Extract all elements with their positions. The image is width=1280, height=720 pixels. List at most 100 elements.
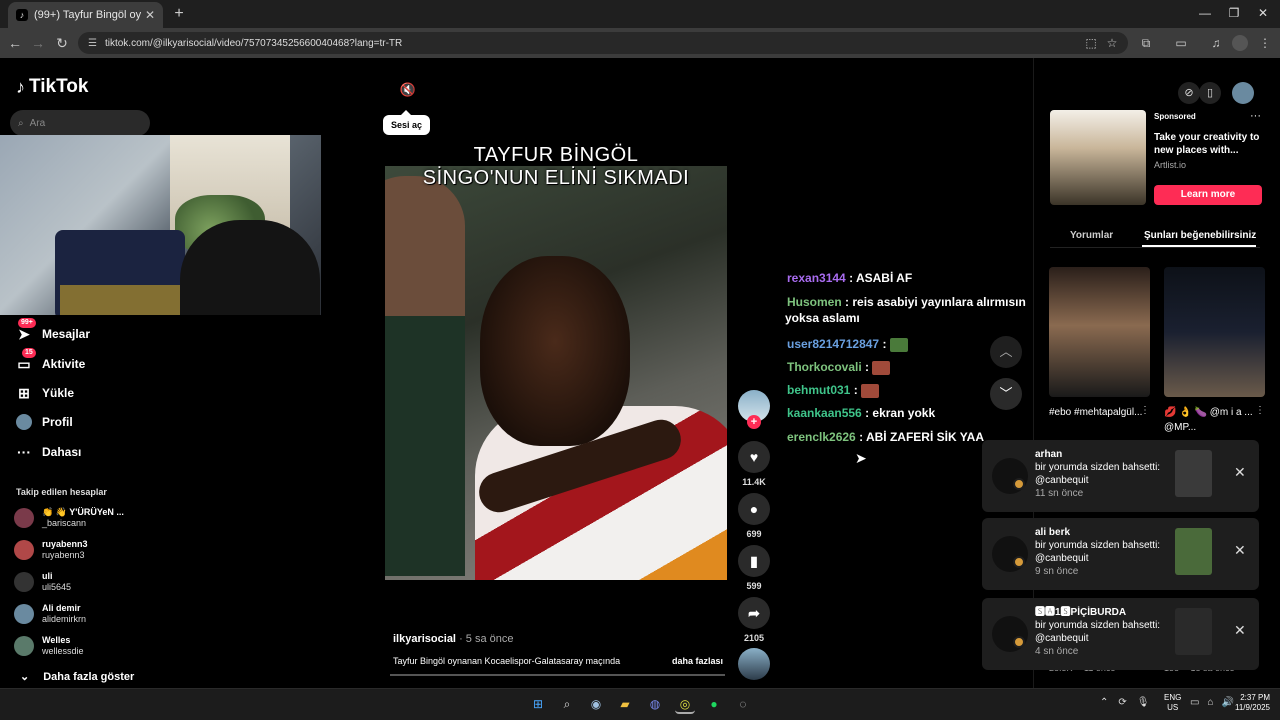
followed-account[interactable]: ruyabenn3 ruyabenn3 bbox=[14, 539, 88, 561]
suggested-video-thumb[interactable] bbox=[1049, 267, 1150, 397]
compass-icon[interactable]: ⊘ bbox=[1178, 82, 1200, 104]
close-icon[interactable]: ✕ bbox=[1234, 464, 1246, 481]
tab-comments[interactable]: Yorumlar bbox=[1070, 230, 1113, 241]
ad-thumbnail[interactable] bbox=[1050, 110, 1146, 205]
video-author[interactable]: ilkyarisocial bbox=[393, 633, 456, 645]
reload-button[interactable]: ↻ bbox=[53, 34, 71, 52]
video-menu-icon[interactable]: ⋮ bbox=[1140, 405, 1150, 416]
next-video-button[interactable]: ﹀ bbox=[990, 378, 1022, 410]
mic-icon[interactable]: 🎙 bbox=[1137, 697, 1150, 708]
mention-notification[interactable]: 🆂🅰1🆂PİÇİBURDA bir yorumda sizden bahsetti… bbox=[982, 598, 1259, 670]
video-progress-bar[interactable] bbox=[390, 674, 725, 676]
bookmark-icon[interactable]: ▮ bbox=[738, 545, 770, 577]
close-window-icon[interactable]: ✕ bbox=[1253, 6, 1273, 20]
avatar bbox=[14, 572, 34, 592]
notification-thumbnail[interactable] bbox=[1175, 450, 1212, 497]
sidebar-item-label: Dahası bbox=[42, 445, 82, 459]
close-icon[interactable]: ✕ bbox=[1234, 622, 1246, 639]
sidebar-item-activity[interactable]: ▭ 15 Aktivite bbox=[16, 348, 85, 372]
chat-username: Husomen bbox=[787, 295, 842, 309]
save-action[interactable]: ▮ 599 bbox=[737, 545, 771, 591]
app-icon[interactable]: ◌ bbox=[733, 694, 753, 714]
address-bar[interactable]: ☰ tiktok.com/@ilkyarisocial/video/757073… bbox=[78, 32, 1128, 54]
sidebar-item-more[interactable]: ··· Dahası bbox=[16, 444, 81, 460]
mention-notification[interactable]: ali berk bir yorumda sizden bahsetti: @can… bbox=[982, 518, 1259, 590]
restore-icon[interactable]: ❐ bbox=[1224, 6, 1244, 20]
mention-notification[interactable]: arhan bir yorumda sizden bahsetti: @canbeq… bbox=[982, 440, 1259, 512]
language-code: ENG bbox=[1164, 693, 1182, 702]
language-indicator[interactable]: ENG US bbox=[1164, 693, 1181, 713]
forward-button[interactable]: → bbox=[29, 34, 47, 52]
bookmark-star-icon[interactable]: ☆ bbox=[1104, 35, 1120, 51]
media-controls-icon[interactable]: ♫ bbox=[1208, 35, 1224, 51]
following-title: Takip edilen hesaplar bbox=[16, 487, 107, 497]
close-tab-icon[interactable]: ✕ bbox=[145, 8, 155, 22]
windows-start-icon[interactable]: ⊞ bbox=[528, 694, 548, 714]
profile-avatar[interactable] bbox=[1232, 35, 1248, 51]
back-button[interactable]: ← bbox=[6, 34, 24, 52]
phone-icon[interactable]: ▯ bbox=[1199, 82, 1221, 104]
sidebar-item-messages[interactable]: ➤ 99+ Mesajlar bbox=[16, 318, 91, 342]
coin-icon bbox=[1013, 636, 1025, 648]
tiktok-logo[interactable]: ♪ TikTok bbox=[16, 76, 88, 98]
share-action[interactable]: ➦ 2105 bbox=[737, 597, 771, 643]
close-icon[interactable]: ✕ bbox=[1234, 542, 1246, 559]
suggested-video-caption[interactable]: 💋 👌 🍆 @m i a ... @MP... bbox=[1164, 405, 1264, 435]
logo-text: TikTok bbox=[29, 76, 89, 97]
file-explorer-icon[interactable]: ▰ bbox=[615, 694, 635, 714]
split-view-icon[interactable]: ▭ bbox=[1173, 35, 1189, 51]
followed-account[interactable]: uli uli5645 bbox=[14, 571, 71, 593]
extensions-icon[interactable]: ⧉ bbox=[1138, 35, 1154, 51]
video-menu-icon[interactable]: ⋮ bbox=[1255, 405, 1265, 416]
suggested-video-caption[interactable]: #ebo #mehtapalgül... bbox=[1049, 405, 1149, 420]
sidebar-item-label: Profil bbox=[42, 415, 73, 429]
notification-thumbnail[interactable] bbox=[1175, 528, 1212, 575]
followed-account[interactable]: Welles wellessdie bbox=[14, 635, 84, 657]
video-player[interactable] bbox=[385, 166, 727, 580]
sidebar-item-upload[interactable]: ⊞ Yükle bbox=[16, 385, 74, 401]
new-tab-button[interactable]: + bbox=[170, 5, 188, 23]
mute-speaker-icon[interactable]: 🔇 bbox=[398, 82, 418, 100]
search-icon: ⌕ bbox=[18, 117, 24, 129]
spotify-icon[interactable]: ● bbox=[704, 694, 724, 714]
clock[interactable]: 2:37 PM 11/9/2025 bbox=[1228, 693, 1270, 713]
follow-plus-icon[interactable]: + bbox=[747, 415, 761, 429]
monitor-icon[interactable]: ▭ bbox=[1190, 697, 1199, 708]
followed-account[interactable]: 👏 👋 Y'ÜRÜYeN ... _bariscann bbox=[14, 507, 124, 529]
account-name: 👏 👋 Y'ÜRÜYeN ... bbox=[42, 507, 124, 517]
comment-icon[interactable]: ● bbox=[738, 493, 770, 525]
learn-more-button[interactable]: Learn more bbox=[1154, 185, 1262, 205]
steam-icon[interactable]: ◉ bbox=[586, 694, 606, 714]
music-disc-icon[interactable] bbox=[738, 648, 770, 680]
suggested-video-thumb[interactable] bbox=[1164, 267, 1265, 397]
network-icon[interactable]: ⌂ bbox=[1207, 697, 1213, 708]
browser-tab[interactable]: ♪ (99+) Tayfur Bingöl oynanan Ko... ✕ bbox=[8, 2, 163, 28]
ad-menu-icon[interactable]: ··· bbox=[1250, 110, 1261, 122]
more-link[interactable]: daha fazlası bbox=[672, 656, 723, 666]
minimize-icon[interactable]: — bbox=[1195, 6, 1215, 20]
user-avatar[interactable] bbox=[1232, 82, 1254, 104]
menu-kebab-icon[interactable]: ⋮ bbox=[1257, 35, 1273, 51]
see-more-button[interactable]: ⌄ Daha fazla göster bbox=[20, 670, 134, 684]
comment-count: 699 bbox=[746, 529, 762, 539]
chevron-up-icon[interactable]: ⌃ bbox=[1100, 697, 1108, 708]
heart-icon[interactable]: ♥ bbox=[738, 441, 770, 473]
site-info-icon[interactable]: ☰ bbox=[88, 38, 97, 49]
chrome-icon[interactable]: ◎ bbox=[675, 694, 695, 714]
sidebar-item-profile[interactable]: Profil bbox=[16, 414, 73, 430]
tab-suggestions[interactable]: Şunları beğenebilirsiniz bbox=[1144, 230, 1256, 241]
followed-account[interactable]: Ali demir alidemirkrn bbox=[14, 603, 86, 625]
previous-video-button[interactable]: ︿ bbox=[990, 336, 1022, 368]
sidebar-item-label: Yükle bbox=[42, 386, 75, 400]
sidebar-item-label: Mesajlar bbox=[42, 327, 91, 341]
discord-icon[interactable]: ◍ bbox=[645, 694, 665, 714]
comment-action[interactable]: ● 699 bbox=[737, 493, 771, 539]
share-arrow-icon[interactable]: ➦ bbox=[738, 597, 770, 629]
notification-mention: @canbequit bbox=[1035, 475, 1089, 486]
sync-icon[interactable]: ⟳ bbox=[1118, 697, 1126, 708]
like-action[interactable]: ♥ 11.4K bbox=[737, 441, 771, 487]
install-app-icon[interactable]: ⬚ bbox=[1083, 35, 1099, 51]
search-icon[interactable]: ⌕ bbox=[557, 694, 577, 714]
notification-thumbnail[interactable] bbox=[1175, 608, 1212, 655]
search-input[interactable]: ⌕ Ara bbox=[10, 110, 150, 136]
